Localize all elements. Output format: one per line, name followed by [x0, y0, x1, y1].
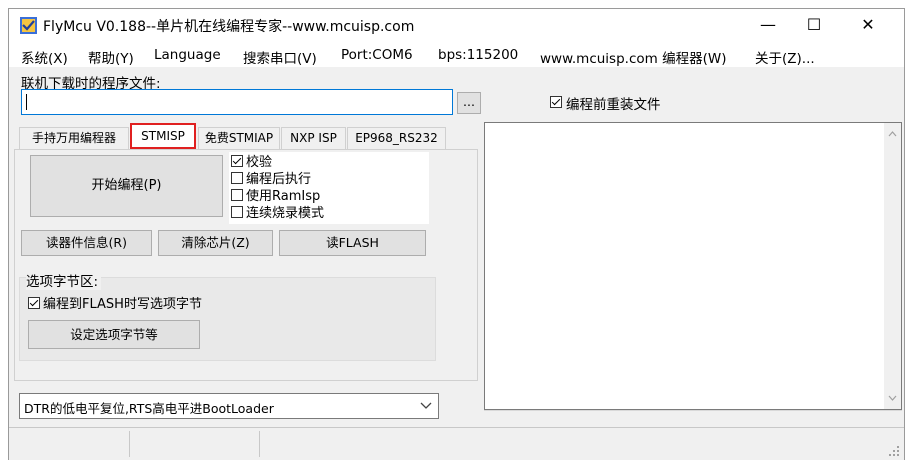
reload-before-program-label: 编程前重装文件 [566, 97, 661, 113]
browse-button[interactable]: ... [457, 92, 481, 114]
maximize-icon: ☐ [806, 15, 822, 34]
reload-before-program-checkbox[interactable] [550, 96, 562, 108]
tab-nxp-isp[interactable]: NXP ISP [281, 127, 346, 149]
minimize-icon: — [760, 15, 776, 34]
scroll-up-icon[interactable] [888, 131, 897, 137]
status-divider [129, 431, 130, 457]
title-bar[interactable]: FlyMcu V0.188--单片机在线编程专家--www.mcuisp.com… [9, 9, 904, 41]
status-bar [9, 427, 904, 460]
continuous-burn-label: 连续烧录模式 [246, 206, 325, 221]
tab-stmisp[interactable]: STMISP [130, 123, 196, 149]
menu-bar: 系统(X) 帮助(Y) Language 搜索串口(V) Port:COM6 b… [9, 41, 904, 67]
set-option-bytes-button[interactable]: 设定选项字节等 [28, 320, 200, 349]
log-scrollbar[interactable] [884, 123, 901, 409]
program-file-input[interactable] [21, 89, 453, 115]
resize-grip-icon[interactable] [888, 445, 900, 457]
menu-about[interactable]: 关于(Z)... [755, 47, 815, 67]
maximize-button[interactable]: ☐ [791, 9, 837, 41]
menu-bps[interactable]: bps:115200 [438, 47, 518, 63]
minimize-button[interactable]: — [745, 9, 791, 41]
menu-search-port[interactable]: 搜索串口(V) [243, 47, 317, 67]
scroll-down-icon[interactable] [888, 395, 897, 401]
option-bytes-group-label: 选项字节区: [26, 270, 102, 290]
close-button[interactable]: ✕ [845, 9, 891, 41]
read-flash-button[interactable]: 读FLASH [279, 230, 426, 256]
chevron-down-icon [420, 402, 432, 409]
app-window: FlyMcu V0.188--单片机在线编程专家--www.mcuisp.com… [8, 8, 905, 460]
reset-mode-select[interactable]: DTR的低电平复位,RTS高电平进BootLoader [19, 393, 439, 419]
log-horizontal-track [484, 410, 902, 425]
run-after-program-checkbox[interactable] [231, 172, 243, 184]
menu-port[interactable]: Port:COM6 [341, 47, 413, 63]
start-program-button[interactable]: 开始编程(P) [30, 155, 223, 217]
status-divider [259, 431, 260, 457]
app-icon [20, 17, 37, 34]
tab-handheld-programmer[interactable]: 手持万用编程器 [19, 127, 129, 149]
read-device-info-button[interactable]: 读器件信息(R) [21, 230, 152, 256]
write-option-bytes-checkbox[interactable] [28, 297, 40, 309]
write-option-bytes-label: 编程到FLASH时写选项字节 [43, 297, 202, 312]
menu-system[interactable]: 系统(X) [21, 47, 68, 67]
log-textarea[interactable] [484, 122, 902, 410]
close-icon: ✕ [861, 15, 875, 34]
continuous-burn-checkbox[interactable] [231, 206, 243, 218]
window-title: FlyMcu V0.188--单片机在线编程专家--www.mcuisp.com [43, 19, 415, 35]
erase-chip-button[interactable]: 清除芯片(Z) [158, 230, 273, 256]
text-caret [26, 94, 27, 110]
menu-help[interactable]: 帮助(Y) [88, 47, 134, 67]
use-ramisp-checkbox[interactable] [231, 189, 243, 201]
menu-language[interactable]: Language [154, 47, 221, 63]
verify-checkbox[interactable] [231, 155, 243, 167]
tab-free-stmiap[interactable]: 免费STMIAP [198, 127, 280, 149]
tab-ep968-rs232[interactable]: EP968_RS232 [347, 127, 446, 149]
menu-programmer[interactable]: www.mcuisp.com 编程器(W) [540, 47, 726, 67]
